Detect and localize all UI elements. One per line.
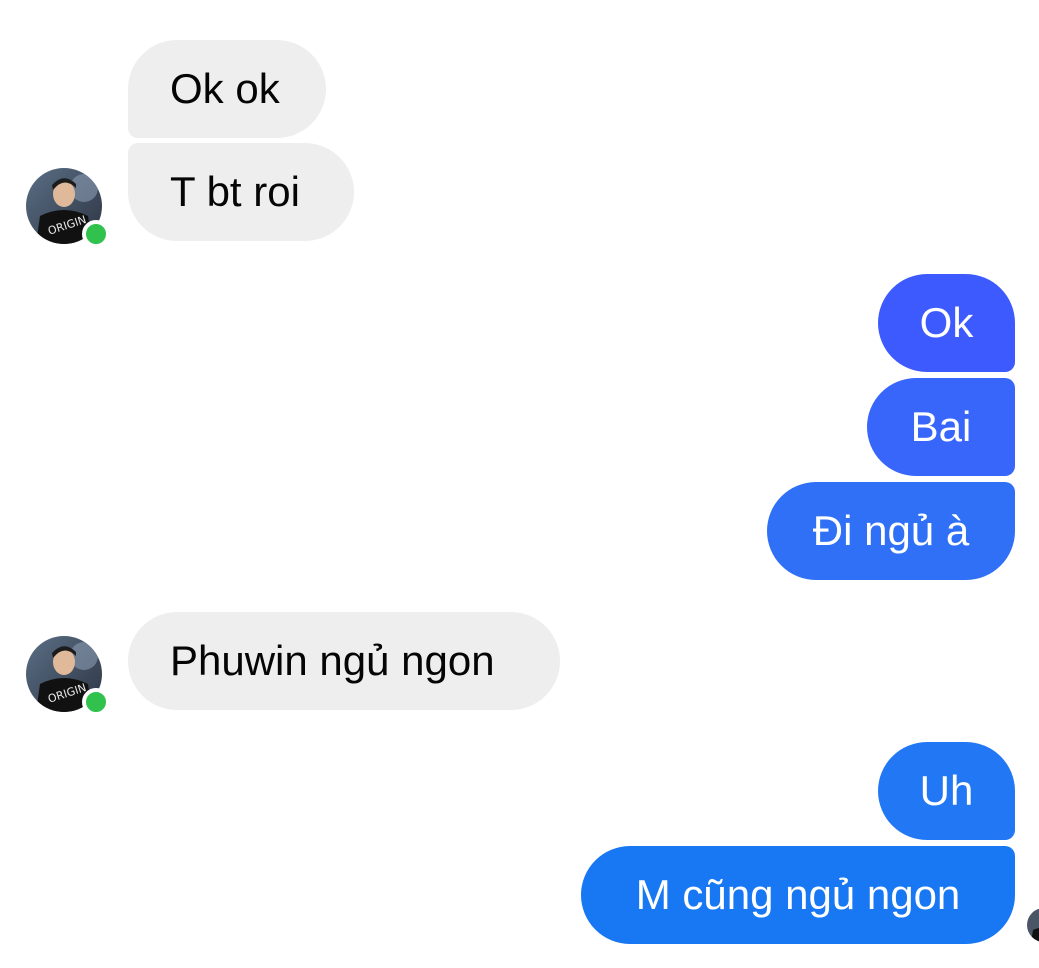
online-status-dot bbox=[82, 220, 110, 248]
message-text: Ok ok bbox=[170, 65, 280, 112]
message-bubble-incoming[interactable]: Ok ok bbox=[128, 40, 326, 138]
contact-avatar[interactable]: ORIGIN bbox=[26, 168, 110, 248]
message-text: Bai bbox=[910, 403, 972, 450]
message-bubble-outgoing[interactable]: Đi ngủ à bbox=[767, 482, 1015, 580]
online-status-dot bbox=[82, 688, 110, 716]
message-bubble-outgoing[interactable]: Ok bbox=[878, 274, 1015, 372]
message-text: Phuwin ngủ ngon bbox=[170, 637, 495, 684]
seen-avatar-icon bbox=[1027, 908, 1039, 942]
message-text: M cũng ngủ ngon bbox=[635, 871, 961, 918]
message-bubble-outgoing[interactable]: Bai bbox=[867, 378, 1015, 476]
message-text: Đi ngủ à bbox=[812, 507, 970, 554]
message-text: Ok bbox=[919, 299, 974, 346]
message-bubble-outgoing[interactable]: Uh bbox=[878, 742, 1015, 840]
message-text: T bt roi bbox=[170, 168, 300, 215]
message-bubble-incoming[interactable]: Phuwin ngủ ngon bbox=[128, 612, 560, 710]
message-text: Uh bbox=[919, 767, 974, 814]
contact-avatar[interactable]: ORIGIN bbox=[26, 636, 110, 716]
message-bubble-outgoing[interactable]: M cũng ngủ ngon bbox=[581, 846, 1015, 944]
seen-indicator bbox=[1027, 908, 1039, 942]
message-bubble-incoming[interactable]: T bt roi bbox=[128, 143, 354, 241]
